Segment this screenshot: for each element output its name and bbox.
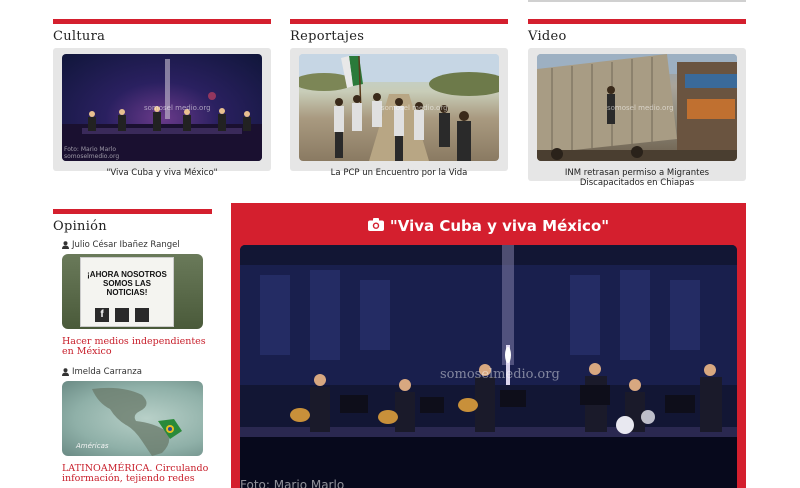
featured-article: "Viva Cuba y viva México" somoselmedio.o… [231, 203, 746, 488]
image-watermark: somosel medio.org [144, 104, 211, 112]
article-caption[interactable]: "Viva Cuba y viva México" [62, 168, 262, 178]
image-watermark: somoselmedio.org [440, 367, 560, 382]
section-reportajes: Reportajes somosel medio.org La PCP un E… [290, 19, 508, 178]
section-title[interactable]: Video [528, 29, 746, 44]
article-image[interactable]: somosel medio.org [299, 54, 499, 161]
featured-title-row[interactable]: "Viva Cuba y viva México" [231, 217, 746, 235]
opinion-link[interactable]: LATINOAMÉRICA. Circulando información, t… [62, 464, 212, 484]
top-divider [528, 0, 746, 2]
protest-sign: ¡AHORA NOSOTROS SOMOS LAS NOTICIAS! f [80, 257, 174, 327]
section-title[interactable]: Reportajes [290, 29, 508, 44]
section-cultura: Cultura somosel medio.org Foto: Mario Ma… [53, 19, 271, 178]
image-watermark: somosel medio.org [607, 104, 674, 112]
social-icons: f [95, 308, 149, 322]
section-title[interactable]: Opinión [53, 219, 212, 234]
opinion-image[interactable]: ¡AHORA NOSOTROS SOMOS LAS NOTICIAS! f [62, 254, 203, 329]
article-image[interactable]: somosel medio.org [537, 54, 737, 161]
section-bar [290, 19, 508, 24]
opinion-item: Julio César Ibañez Rangel ¡AHORA NOSOTRO… [62, 240, 212, 357]
article-caption[interactable]: INM retrasan permiso a Migrantes Discapa… [537, 168, 737, 188]
article-card[interactable]: somosel medio.org La PCP un Encuentro po… [290, 48, 508, 178]
author-line[interactable]: Imelda Carranza [62, 367, 212, 377]
author-name: Julio César Ibañez Rangel [72, 240, 180, 250]
image-credit: Foto: Mario Marlo somoselmedio.org [64, 146, 120, 160]
opinion-item: Imelda Carranza Américas LATINOAMÉRICA. … [62, 367, 212, 484]
twitter-icon [115, 308, 129, 322]
opinion-link[interactable]: Hacer medios independientes en México [62, 337, 212, 357]
section-bar [53, 209, 212, 214]
camera-icon [367, 217, 384, 235]
image-credit: Foto: Mario Marlo [240, 478, 345, 488]
youtube-icon [135, 308, 149, 322]
map-label: Américas [76, 442, 109, 450]
author-name: Imelda Carranza [72, 367, 142, 377]
section-video: Video somosel medio.org INM retrasan per… [528, 19, 746, 188]
article-card[interactable]: somosel medio.org INM retrasan permiso a… [528, 48, 746, 188]
facebook-icon: f [95, 308, 109, 322]
section-title[interactable]: Cultura [53, 29, 271, 44]
section-opinion: Opinión Julio César Ibañez Rangel ¡AHORA… [53, 209, 212, 484]
article-caption[interactable]: La PCP un Encuentro por la Vida [299, 168, 499, 178]
article-image[interactable]: somosel medio.org Foto: Mario Marlo somo… [62, 54, 262, 161]
article-card[interactable]: somosel medio.org Foto: Mario Marlo somo… [53, 48, 271, 178]
section-bar [53, 19, 271, 24]
sign-text: ¡AHORA NOSOTROS SOMOS LAS NOTICIAS! [87, 270, 167, 297]
user-icon [62, 241, 69, 249]
featured-image[interactable]: somoselmedio.org Foto: Mario Marlo [240, 245, 737, 488]
section-bar [528, 19, 746, 24]
image-watermark: somosel medio.org [381, 104, 448, 112]
opinion-image[interactable]: Américas [62, 381, 203, 456]
author-line[interactable]: Julio César Ibañez Rangel [62, 240, 212, 250]
user-icon [62, 368, 69, 376]
featured-title: "Viva Cuba y viva México" [389, 217, 610, 235]
